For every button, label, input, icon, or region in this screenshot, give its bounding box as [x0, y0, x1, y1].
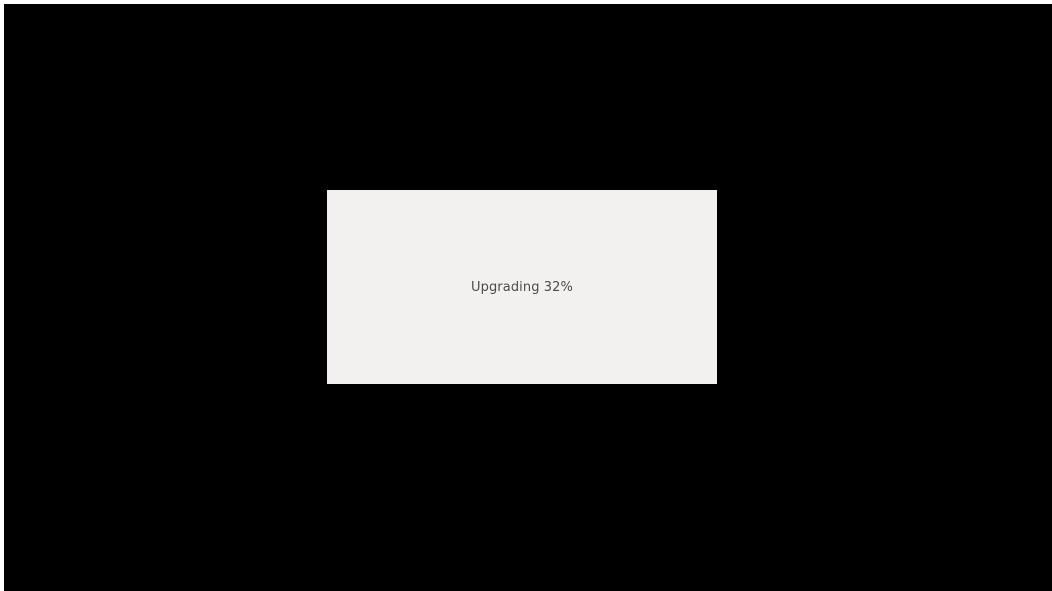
upgrade-progress-dialog: Upgrading 32% [327, 190, 717, 384]
upgrade-status-label: Upgrading 32% [470, 279, 573, 295]
